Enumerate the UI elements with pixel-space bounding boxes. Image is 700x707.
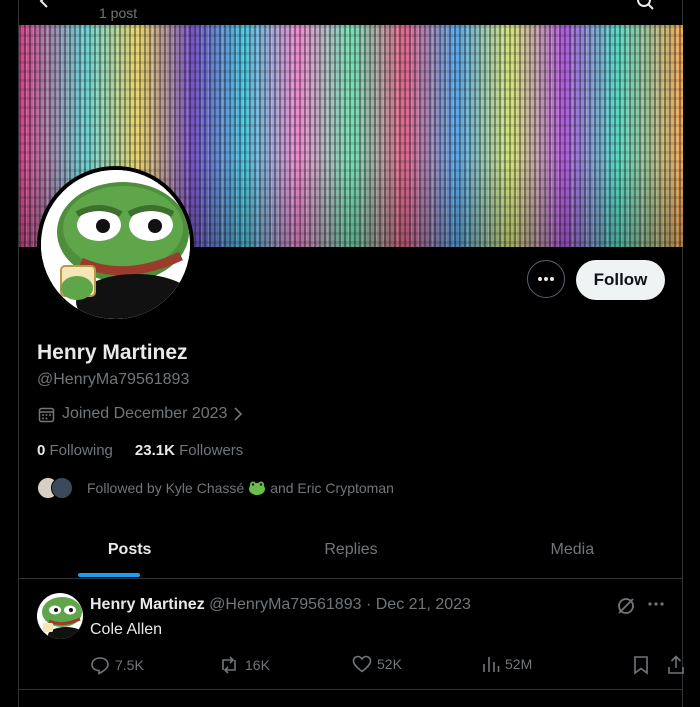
views-button[interactable]: 52M	[482, 655, 532, 673]
pepe-avatar-image	[37, 593, 83, 639]
profile-tabs: Posts Replies Media	[19, 530, 683, 579]
share-icon[interactable]	[667, 655, 685, 675]
views-icon	[482, 655, 500, 673]
followers-label: Followers	[179, 442, 244, 459]
active-tab-indicator	[78, 573, 140, 577]
frog-emoji-icon	[248, 481, 266, 495]
reply-icon	[90, 655, 110, 675]
tweet-text: Cole Allen	[90, 621, 163, 638]
post-count: 1 post	[99, 5, 138, 21]
like-icon	[352, 655, 372, 673]
followed-by-prefix: Followed by Kyle Chassé	[87, 480, 245, 496]
following-label: Following	[49, 442, 113, 459]
tweet[interactable]: Henry Martinez @HenryMa79561893 · Dec 21…	[19, 579, 684, 690]
tweet-author-handle[interactable]: @HenryMa79561893	[209, 596, 361, 613]
follower-avatar-2	[51, 477, 73, 499]
grok-icon[interactable]	[616, 596, 636, 616]
like-button[interactable]: 52K	[352, 655, 402, 673]
followers-link[interactable]: 23.1K Followers	[135, 442, 243, 459]
search-icon[interactable]	[636, 0, 654, 10]
tweet-header: Henry Martinez @HenryMa79561893 · Dec 21…	[90, 596, 471, 614]
tab-media[interactable]: Media	[462, 530, 683, 578]
bookmark-icon[interactable]	[633, 655, 649, 675]
following-link[interactable]: 0 Following	[37, 442, 113, 459]
repost-icon	[218, 655, 240, 675]
tweet-actions: 7.5K 16K 52K 52M	[90, 655, 684, 675]
chevron-right-icon	[234, 407, 243, 421]
tweet-separator: ·	[365, 596, 372, 613]
more-icon	[538, 277, 554, 281]
followed-by-suffix: and Eric Cryptoman	[270, 480, 394, 496]
tab-posts[interactable]: Posts	[19, 530, 240, 578]
tweet-author-name[interactable]: Henry Martinez	[90, 596, 205, 613]
calendar-icon	[38, 406, 55, 423]
reply-button[interactable]: 7.5K	[90, 655, 144, 675]
profile-avatar[interactable]	[37, 166, 194, 323]
back-arrow-icon[interactable]	[38, 0, 52, 8]
followers-count: 23.1K	[134, 442, 175, 459]
reply-count: 7.5K	[115, 657, 144, 673]
pepe-avatar-image	[41, 170, 190, 319]
top-bar: 1 post	[0, 0, 700, 25]
followed-by[interactable]: Followed by Kyle Chassé and Eric Cryptom…	[37, 477, 394, 499]
following-count: 0	[37, 442, 46, 459]
more-options-button[interactable]	[527, 260, 565, 298]
repost-count: 16K	[245, 657, 270, 673]
tab-replies[interactable]: Replies	[240, 530, 461, 578]
views-count: 52M	[505, 656, 533, 672]
repost-button[interactable]: 16K	[218, 655, 270, 675]
follow-stats: 0 Following 23.1K Followers	[37, 442, 243, 459]
joined-date[interactable]: Joined December 2023	[38, 405, 243, 423]
follow-button[interactable]: Follow	[576, 260, 665, 300]
like-count: 52K	[377, 656, 402, 672]
tweet-avatar[interactable]	[37, 593, 83, 639]
joined-label: Joined December 2023	[62, 405, 228, 422]
profile-display-name: Henry Martinez	[37, 341, 188, 364]
tweet-more-icon[interactable]	[647, 595, 665, 613]
profile-handle: @HenryMa79561893	[37, 371, 190, 388]
tweet-date[interactable]: Dec 21, 2023	[376, 596, 471, 613]
